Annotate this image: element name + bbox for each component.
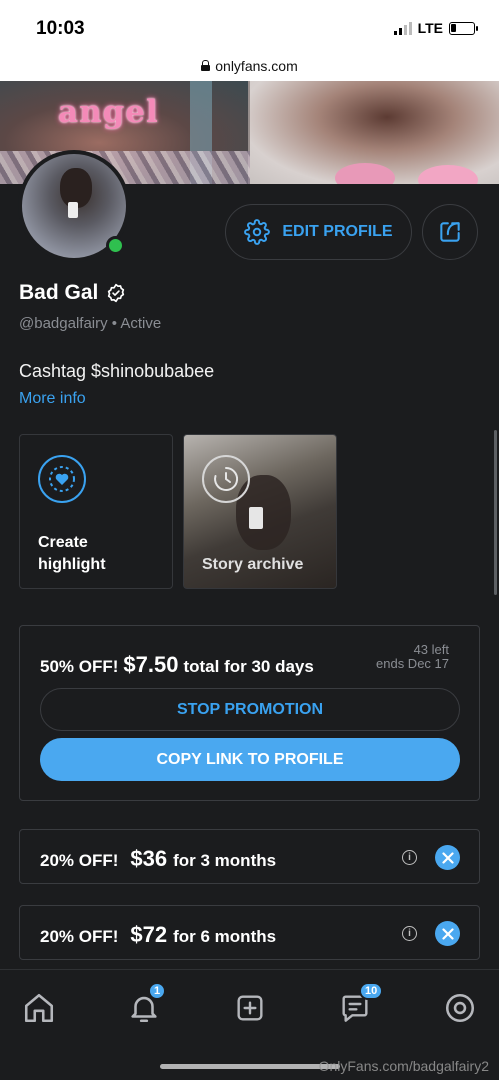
profile-status: Active <box>120 315 162 332</box>
bundle-row[interactable]: 20% OFF! $36 for 3 months i <box>19 829 480 884</box>
notifications-badge: 1 <box>148 982 167 1000</box>
promotion-description: total for 30 days <box>183 657 314 676</box>
nav-profile[interactable] <box>440 988 480 1028</box>
status-bar: 10:03 LTE <box>0 0 499 50</box>
nav-messages[interactable]: 10 <box>335 982 384 1028</box>
cover-overlay-text: angel <box>58 94 159 130</box>
bundle-duration: for 6 months <box>173 927 277 946</box>
stop-promotion-button[interactable]: STOP PROMOTION <box>40 688 460 731</box>
profile-handle-line: @badgalfairy • Active <box>19 315 162 332</box>
story-archive-label: Story archive <box>202 556 304 573</box>
bundle-price: $72 <box>130 922 168 947</box>
gear-icon <box>244 219 271 245</box>
display-name: Bad Gal <box>19 281 99 304</box>
status-indicators: LTE <box>393 20 478 36</box>
history-clock-icon <box>202 455 250 503</box>
story-archive-card[interactable]: Story archive <box>183 434 337 589</box>
nav-home[interactable] <box>19 988 59 1028</box>
scrollbar[interactable] <box>494 430 497 595</box>
highlight-heart-icon <box>38 455 86 503</box>
promotion-discount: 50% OFF! <box>40 657 119 676</box>
promotion-left: 43 left <box>413 642 449 657</box>
bundle-discount: 20% OFF! <box>40 927 119 946</box>
promotion-card: 50% OFF! $7.50 total for 30 days 43 left… <box>19 625 480 801</box>
promotion-ends: ends Dec 17 <box>376 656 449 671</box>
promotion-summary: 50% OFF! $7.50 total for 30 days <box>40 652 314 678</box>
lock-icon <box>201 60 211 71</box>
url-bar[interactable]: onlyfans.com <box>0 50 499 81</box>
promotion-meta: 43 left ends Dec 17 <box>376 643 449 671</box>
edit-profile-label: EDIT PROFILE <box>282 223 393 240</box>
bundle-discount: 20% OFF! <box>40 851 119 870</box>
remove-bundle-icon[interactable] <box>435 845 460 870</box>
signal-icon <box>393 21 412 35</box>
home-icon <box>24 993 54 1023</box>
bundle-price: $36 <box>130 846 168 871</box>
messages-badge: 10 <box>359 982 384 1000</box>
create-highlight-card[interactable]: Create highlight <box>19 434 173 589</box>
nav-notifications[interactable]: 1 <box>124 982 167 1028</box>
bundle-duration: for 3 months <box>173 851 277 870</box>
profile-handle: @badgalfairy <box>19 315 108 332</box>
bundle-row[interactable]: 20% OFF! $72 for 6 months i <box>19 905 480 960</box>
create-highlight-label: Create highlight <box>38 534 106 573</box>
battery-icon <box>449 21 478 35</box>
profile-icon <box>445 993 475 1023</box>
add-post-icon <box>237 995 263 1021</box>
profile-bio: Cashtag $shinobubabee <box>19 361 215 381</box>
info-icon[interactable]: i <box>402 926 417 941</box>
share-button[interactable] <box>422 204 478 260</box>
edit-profile-button[interactable]: EDIT PROFILE <box>225 204 412 260</box>
network-label: LTE <box>417 20 443 36</box>
status-time: 10:03 <box>36 18 85 39</box>
url-text: onlyfans.com <box>215 57 298 74</box>
promotion-price: $7.50 <box>123 652 179 677</box>
nav-new-post[interactable] <box>230 988 270 1028</box>
online-status-dot <box>106 236 125 255</box>
more-info-link[interactable]: More info <box>19 390 86 408</box>
info-icon[interactable]: i <box>402 850 417 865</box>
copy-link-button[interactable]: COPY LINK TO PROFILE <box>40 738 460 781</box>
remove-bundle-icon[interactable] <box>435 921 460 946</box>
verified-icon <box>108 283 125 303</box>
watermark: OnlyFans.com/badgalfairy2 <box>318 1058 489 1074</box>
profile-name: Bad Gal <box>19 281 126 305</box>
home-indicator <box>160 1064 340 1069</box>
share-icon <box>440 222 460 242</box>
